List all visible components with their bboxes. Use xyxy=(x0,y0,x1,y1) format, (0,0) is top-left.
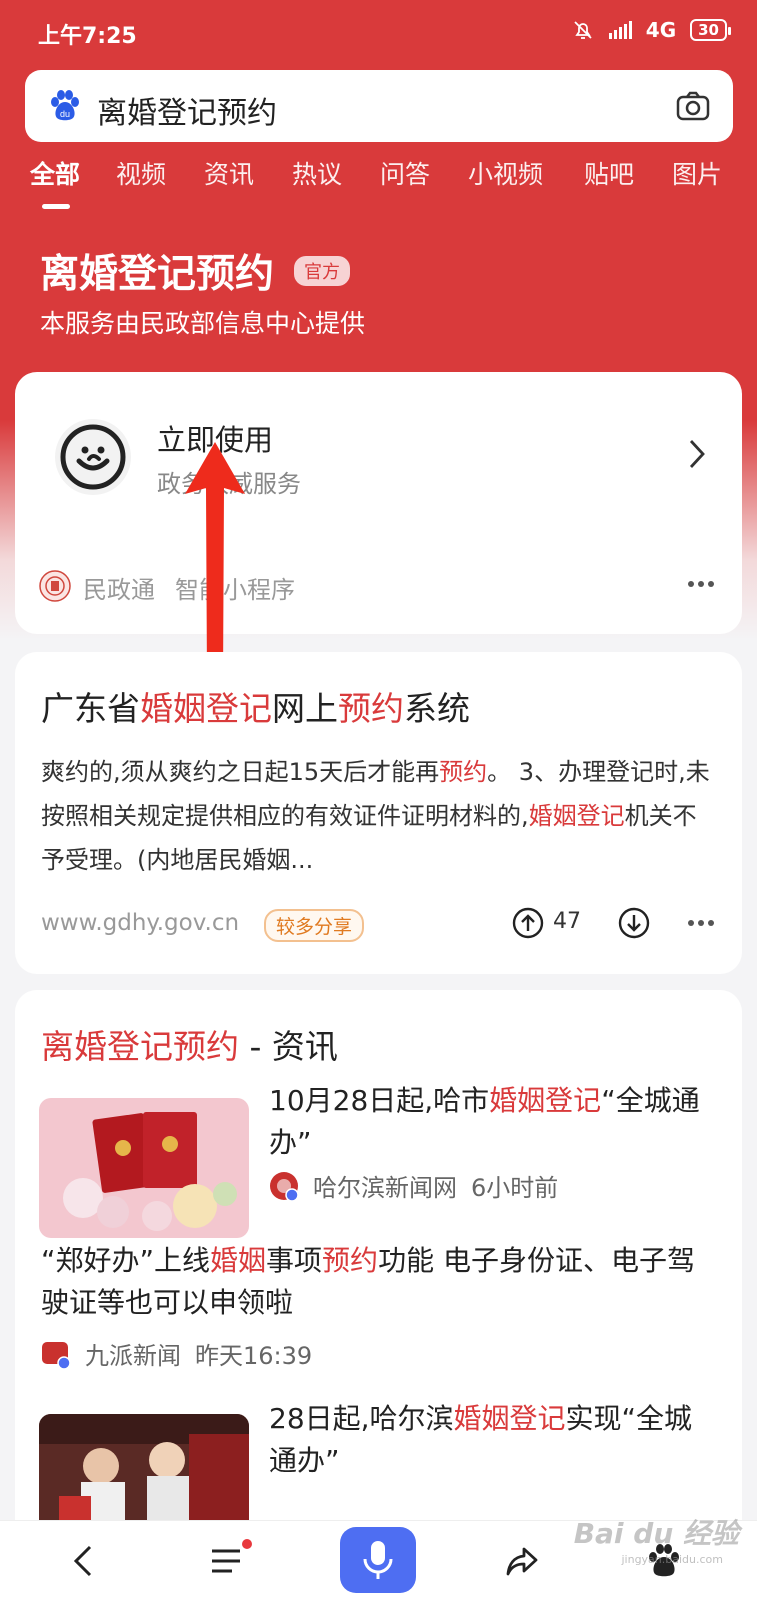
active-tab-indicator xyxy=(42,204,70,209)
watermark-url: jingyan.baidu.com xyxy=(621,1553,723,1566)
bell-off-icon xyxy=(574,21,592,39)
annotation-arrow-icon xyxy=(185,442,245,682)
baidu-paw-icon: du xyxy=(51,90,79,121)
notification-dot xyxy=(242,1539,252,1549)
search-input[interactable]: 离婚登记预约 xyxy=(97,88,277,132)
service-card[interactable]: 立即使用 政务权威服务 民政通 智能小程序 xyxy=(15,372,742,634)
search-tabs: 全部 视频 资讯 热议 问答 小视频 贴吧 图片 xyxy=(0,155,757,211)
search-result-card[interactable]: 广东省婚姻登记网上预约系统 爽约的,须从爽约之日起15天后才能再预约。 3、办理… xyxy=(15,652,742,974)
news-header[interactable]: 离婚登记预约 - 资讯 xyxy=(41,1020,338,1068)
news-time: 6小时前 xyxy=(471,1174,559,1202)
downvote-icon[interactable] xyxy=(617,906,651,940)
chevron-right-icon[interactable] xyxy=(686,437,708,471)
result-url[interactable]: www.gdhy.gov.cn xyxy=(41,910,239,936)
tab-images[interactable]: 图片 xyxy=(672,155,722,191)
search-box[interactable]: du 离婚登记预约 xyxy=(25,70,733,142)
status-bar: 上午7:25 4G 30 xyxy=(0,0,757,62)
back-arrow-icon[interactable] xyxy=(64,1541,104,1581)
watermark-logo: Bai du 经验 xyxy=(573,1517,739,1550)
microphone-icon xyxy=(363,1541,393,1579)
battery-icon: 30 xyxy=(690,19,731,41)
news-time: 昨天16:39 xyxy=(195,1342,313,1370)
news-source: 九派新闻 xyxy=(85,1342,181,1370)
status-time: 上午7:25 xyxy=(38,24,137,49)
tab-all[interactable]: 全部 xyxy=(30,155,80,191)
news-source: 哈尔滨新闻网 xyxy=(313,1174,457,1202)
tab-news[interactable]: 资讯 xyxy=(204,155,254,191)
page-title: 离婚登记预约 xyxy=(40,252,275,297)
news-card: 离婚登记预约 - 资讯 10月28日起,哈市婚姻登记“全城通办” 哈尔滨新闻网 … xyxy=(15,990,742,1554)
upvote-icon[interactable] xyxy=(511,906,545,940)
result-title[interactable]: 广东省婚姻登记网上预约系统 xyxy=(41,682,470,730)
signal-icon xyxy=(608,21,632,39)
share-icon[interactable] xyxy=(502,1541,542,1581)
mini-program-badge-icon xyxy=(39,570,71,602)
news-thumbnail[interactable] xyxy=(39,1098,249,1238)
mini-program-provider: 民政通 xyxy=(83,576,155,604)
status-indicators: 4G 30 xyxy=(571,18,731,42)
news-title[interactable]: 28日起,哈尔滨婚姻登记实现“全城通办” xyxy=(269,1398,709,1482)
news-meta: 哈尔滨新闻网 6小时前 xyxy=(269,1168,558,1203)
more-options-icon[interactable] xyxy=(686,918,716,928)
more-options-icon[interactable] xyxy=(686,579,716,589)
upvote-count: 47 xyxy=(553,909,581,934)
network-type: 4G xyxy=(645,18,677,42)
news-title[interactable]: 10月28日起,哈市婚姻登记“全城通办” xyxy=(269,1080,709,1164)
source-avatar-icon xyxy=(42,1341,71,1369)
tab-discussion[interactable]: 热议 xyxy=(292,155,342,191)
official-badge: 官方 xyxy=(294,256,350,286)
service-logo-icon xyxy=(55,419,131,495)
news-title[interactable]: “郑好办”上线婚姻事项预约功能 电子身份证、电子驾驶证等也可以申领啦 xyxy=(41,1240,721,1324)
tab-video[interactable]: 视频 xyxy=(116,155,166,191)
source-avatar-icon xyxy=(270,1171,299,1201)
voice-search-button[interactable] xyxy=(340,1527,416,1593)
page-subtitle: 本服务由民政部信息中心提供 xyxy=(40,309,366,338)
share-badge: 较多分享 xyxy=(264,909,365,942)
result-snippet: 爽约的,须从爽约之日起15天后才能再预约。 3、办理登记时,未按照相关规定提供相… xyxy=(41,758,710,874)
menu-icon[interactable] xyxy=(206,1541,246,1581)
camera-icon[interactable] xyxy=(675,88,711,124)
tab-qa[interactable]: 问答 xyxy=(380,155,430,191)
news-meta: 九派新闻 昨天16:39 xyxy=(41,1336,312,1371)
tab-tieba[interactable]: 贴吧 xyxy=(584,155,634,191)
svg-text:du: du xyxy=(60,109,70,119)
tab-short-video[interactable]: 小视频 xyxy=(468,155,543,191)
